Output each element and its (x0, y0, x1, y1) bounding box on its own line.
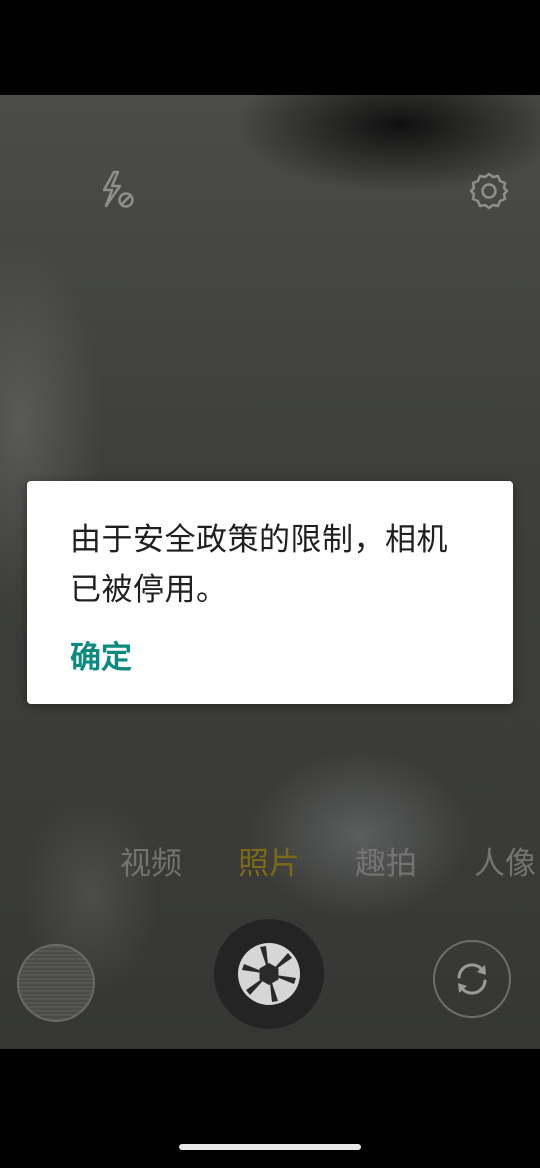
settings-button[interactable] (464, 166, 514, 216)
mode-fun[interactable]: 趣拍 (355, 840, 417, 888)
dialog-message: 由于安全政策的限制，相机已被停用。 (70, 522, 448, 608)
flash-off-icon (102, 170, 134, 208)
gallery-thumbnail[interactable] (17, 944, 95, 1022)
mode-portrait[interactable]: 人像 (474, 840, 536, 888)
flash-toggle-button[interactable] (92, 166, 140, 214)
aperture-icon (238, 943, 300, 1005)
switch-camera-button[interactable] (433, 940, 511, 1018)
mode-selector: 视频 照片 趣拍 人像 (0, 840, 540, 888)
gear-icon (469, 172, 509, 210)
shutter-button[interactable] (214, 919, 324, 1029)
mode-video[interactable]: 视频 (120, 840, 182, 888)
camera-disabled-dialog: 由于安全政策的限制，相机已被停用。 确定 (27, 481, 513, 704)
mode-photo[interactable]: 照片 (238, 840, 300, 888)
ok-button[interactable]: 确定 (70, 636, 132, 680)
home-indicator[interactable] (179, 1144, 361, 1150)
switch-camera-icon (457, 963, 487, 995)
